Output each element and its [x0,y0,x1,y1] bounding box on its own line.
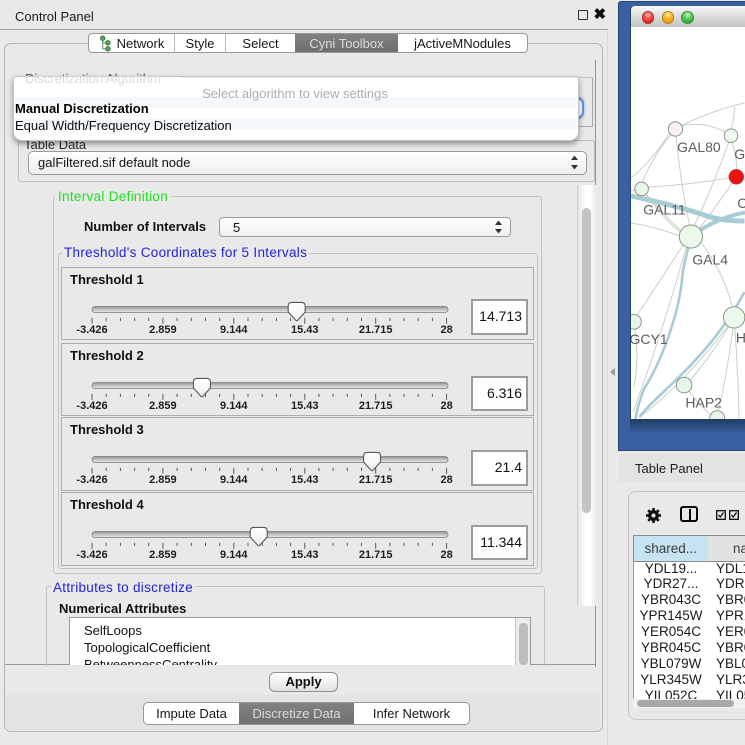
svg-text:21.715: 21.715 [359,400,393,412]
svg-text:15.43: 15.43 [291,549,319,561]
svg-text:CY: CY [737,195,745,211]
svg-text:21.715: 21.715 [359,474,393,486]
svg-text:2.859: 2.859 [149,549,177,561]
svg-text:9.144: 9.144 [220,474,248,486]
svg-text:-3.426: -3.426 [76,400,107,412]
svg-text:GA: GA [734,146,745,162]
svg-text:28: 28 [440,474,452,486]
svg-text:-3.426: -3.426 [76,323,107,335]
svg-text:HI: HI [736,329,745,345]
svg-text:-3.426: -3.426 [76,549,107,561]
svg-text:GAL11: GAL11 [643,202,686,218]
svg-text:9.144: 9.144 [220,400,248,412]
svg-text:28: 28 [440,323,452,335]
svg-text:21.715: 21.715 [359,549,393,561]
svg-text:9.144: 9.144 [220,549,248,561]
svg-text:2.859: 2.859 [149,400,177,412]
svg-text:GCY1: GCY1 [631,331,668,347]
svg-text:15.43: 15.43 [291,400,319,412]
svg-text:2.859: 2.859 [149,323,177,335]
svg-text:15.43: 15.43 [291,323,319,335]
svg-text:21.715: 21.715 [359,323,393,335]
svg-text:9.144: 9.144 [220,323,248,335]
svg-text:-3.426: -3.426 [76,474,107,486]
svg-text:GAL80: GAL80 [677,139,721,155]
svg-text:28: 28 [440,549,452,561]
svg-text:2.859: 2.859 [149,474,177,486]
svg-text:15.43: 15.43 [291,474,319,486]
svg-text:GAL4: GAL4 [692,251,728,267]
svg-text:28: 28 [440,400,452,412]
svg-text:HAP2: HAP2 [685,394,722,410]
